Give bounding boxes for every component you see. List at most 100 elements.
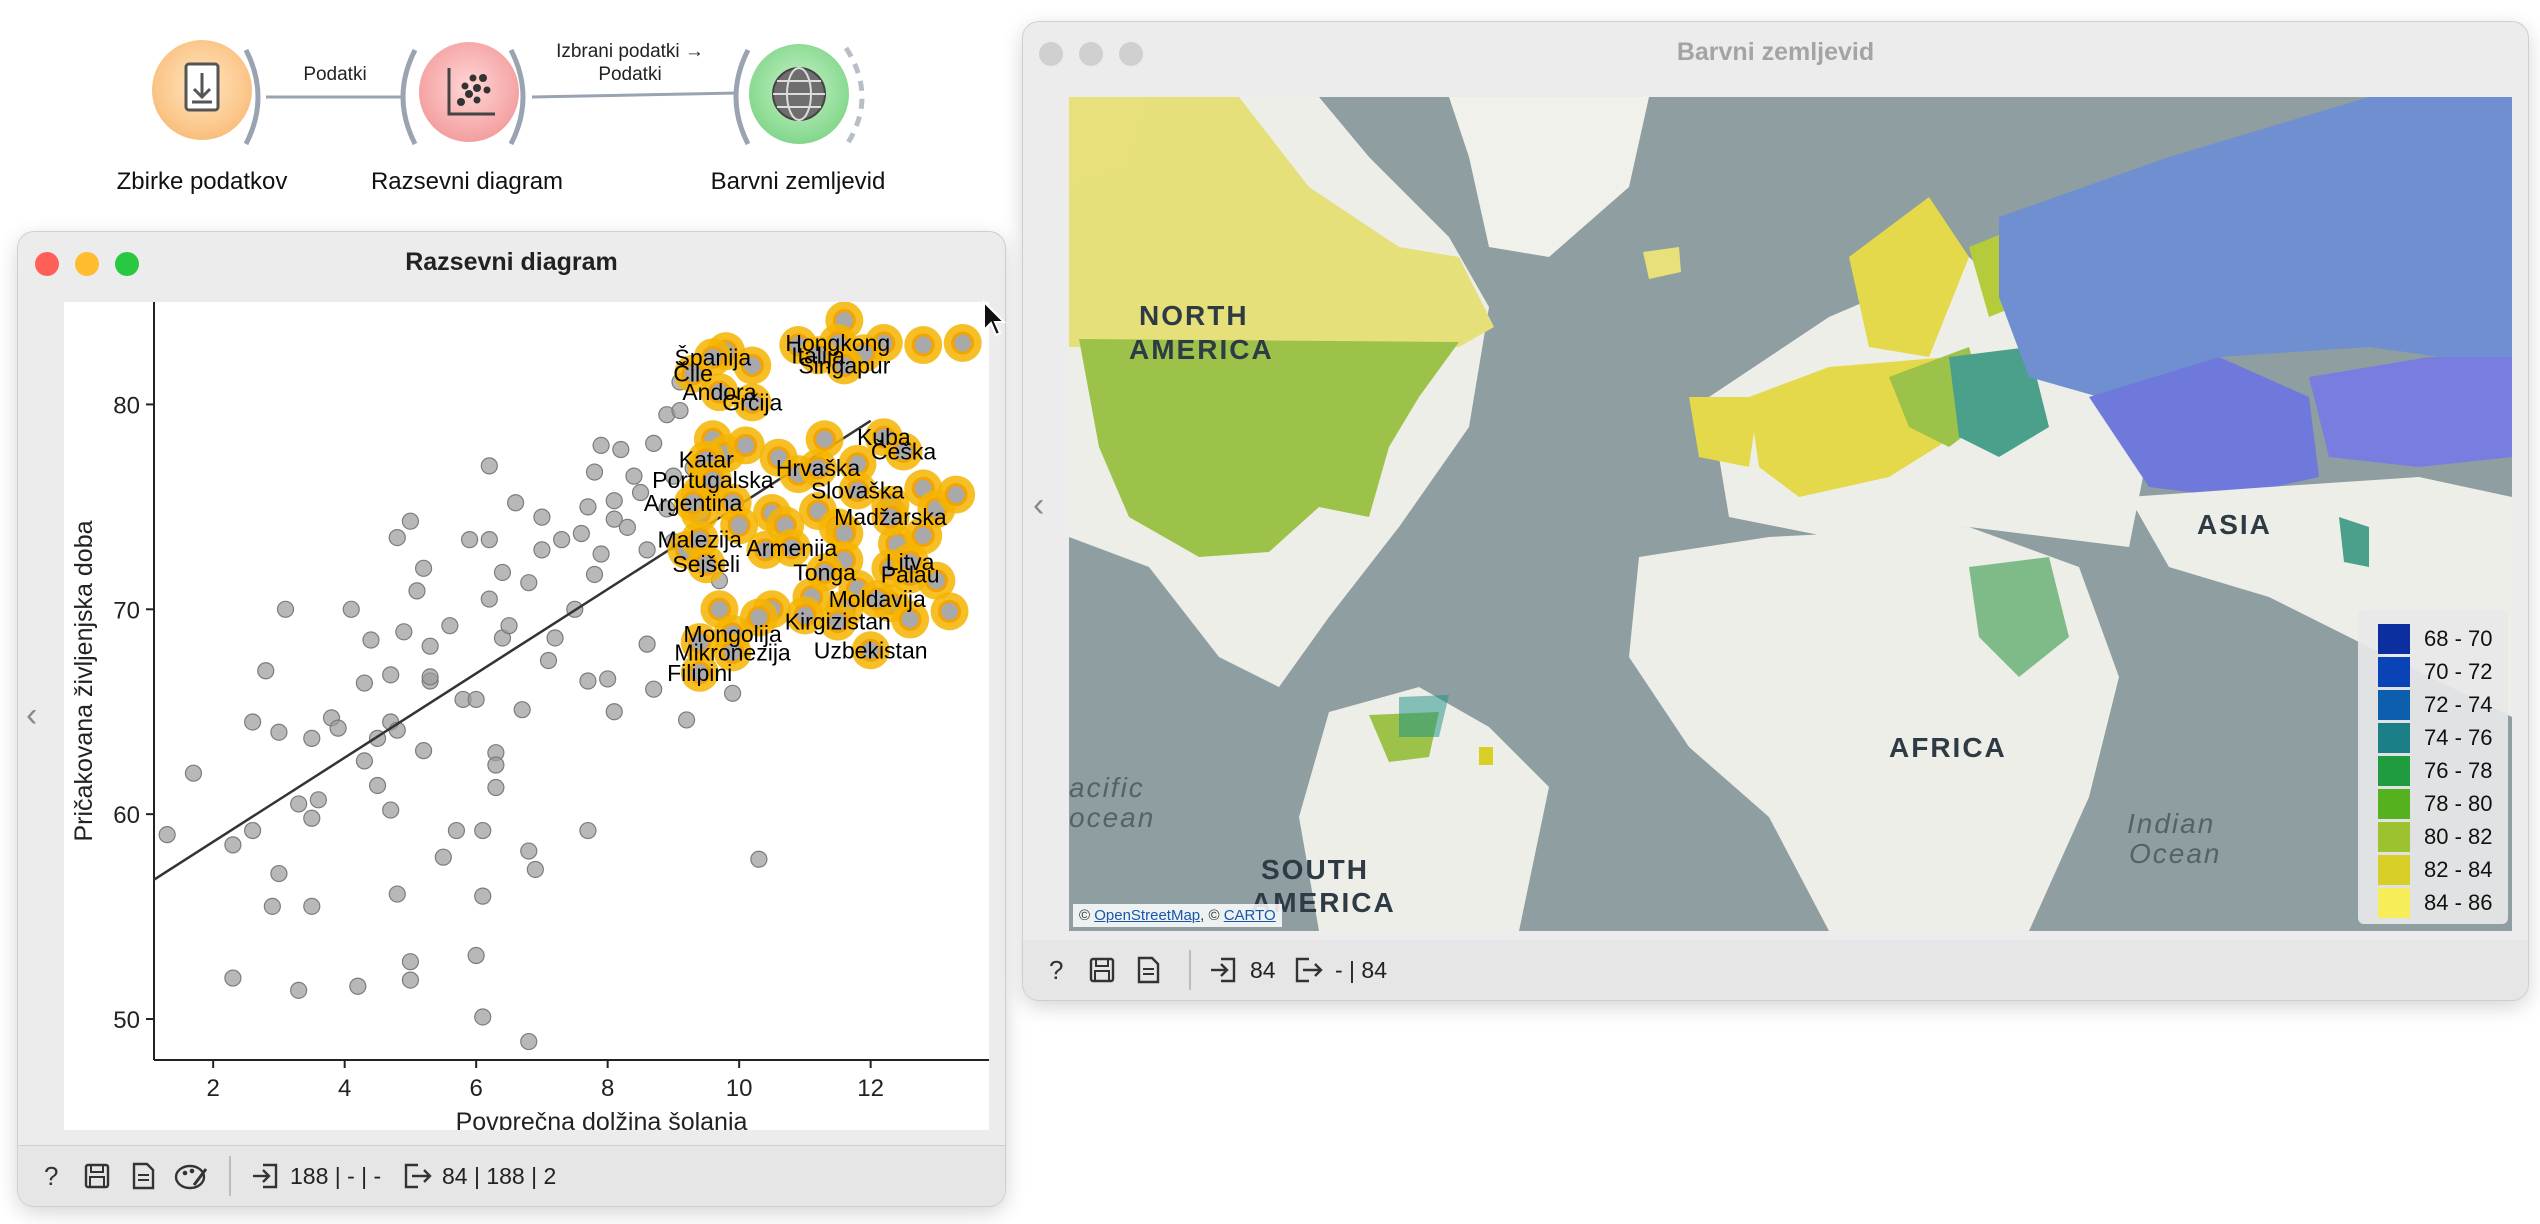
data-point xyxy=(309,791,327,809)
map-area[interactable]: NORTH AMERICA SOUTH AMERICA AFRICA ASIA … xyxy=(1069,97,2512,931)
data-point xyxy=(414,559,433,577)
output-summary-text: - | 84 xyxy=(1335,956,1387,983)
data-point xyxy=(244,713,262,731)
data-point xyxy=(460,531,479,549)
window-titlebar[interactable]: Barvni zemljevid xyxy=(1023,22,2528,82)
legend-entry: 84 - 86 xyxy=(2378,887,2493,918)
data-point xyxy=(723,684,742,702)
label-africa: AFRICA xyxy=(1889,732,2007,763)
legend-entry: 70 - 72 xyxy=(2378,656,2493,687)
data-point xyxy=(158,826,176,844)
legend-label: 72 - 74 xyxy=(2424,691,2493,717)
help-icon[interactable]: ? xyxy=(36,1159,66,1193)
guyana-region[interactable] xyxy=(1479,747,1493,765)
window-titlebar[interactable]: Razsevni diagram xyxy=(18,232,1005,292)
report-icon[interactable] xyxy=(128,1159,158,1193)
close-button[interactable] xyxy=(35,252,59,276)
map-svg[interactable]: NORTH AMERICA SOUTH AMERICA AFRICA ASIA … xyxy=(1069,97,2512,931)
legend-swatch xyxy=(2378,656,2410,687)
carto-link[interactable]: CARTO xyxy=(1224,907,1276,924)
palette-icon[interactable] xyxy=(174,1159,208,1193)
data-point xyxy=(270,864,288,883)
window-title: Barvni zemljevid xyxy=(1676,38,1875,66)
collapse-panel-icon[interactable]: ‹ xyxy=(1033,486,1044,525)
zoom-button[interactable] xyxy=(1119,42,1143,66)
edge-line-2[interactable] xyxy=(531,91,739,99)
scatter-plot-window[interactable]: Razsevni diagram ‹ 2 4 6 8 10 12 50 60 70 80 Povpr… xyxy=(18,232,1005,1206)
save-icon[interactable] xyxy=(82,1159,112,1193)
minimize-button[interactable] xyxy=(75,252,99,276)
data-point xyxy=(408,582,426,600)
output-summary[interactable]: 84 | 188 | 2 xyxy=(402,1159,556,1193)
openstreetmap-link[interactable]: OpenStreetMap xyxy=(1094,907,1200,924)
data-point xyxy=(303,897,321,915)
data-point xyxy=(585,463,604,481)
input-summary-text: 84 xyxy=(1250,956,1276,983)
iceland-region[interactable] xyxy=(1643,247,1681,279)
legend-entry: 74 - 76 xyxy=(2378,722,2493,753)
x-tick-label: 10 xyxy=(726,1075,753,1102)
output-icon xyxy=(404,1163,432,1189)
help-icon[interactable]: ? xyxy=(1041,953,1071,987)
legend-swatch xyxy=(2378,854,2410,885)
data-point xyxy=(342,600,360,618)
data-point xyxy=(421,668,439,686)
report-icon[interactable] xyxy=(1133,953,1163,987)
node-zbirke-podatkov[interactable] xyxy=(152,40,252,140)
collapse-panel-icon[interactable]: ‹ xyxy=(26,696,37,735)
input-anchor-2[interactable] xyxy=(400,48,418,146)
iberia-region[interactable] xyxy=(1689,397,1759,467)
data-point xyxy=(526,860,544,879)
node-razsevni-diagram[interactable] xyxy=(419,42,519,142)
legend-label: 78 - 80 xyxy=(2424,790,2493,816)
data-point xyxy=(572,524,590,543)
data-point xyxy=(401,971,420,989)
scatter-plot-icon xyxy=(447,68,495,116)
data-point xyxy=(414,742,433,760)
status-separator xyxy=(1189,950,1191,990)
input-summary[interactable]: 84 xyxy=(1208,953,1276,987)
legend-entry: 82 - 84 xyxy=(2378,854,2493,885)
data-point xyxy=(605,492,623,510)
data-point xyxy=(579,498,597,516)
scatter-plot-svg[interactable]: 2 4 6 8 10 12 50 60 70 80 Povprečna dolžina šolanj… xyxy=(64,301,989,1136)
data-point xyxy=(592,436,610,455)
data-point xyxy=(303,809,321,827)
minimize-button[interactable] xyxy=(1079,42,1103,66)
legend-label: 84 - 86 xyxy=(2424,889,2493,915)
data-point xyxy=(388,885,406,903)
mongolia-region[interactable] xyxy=(2309,357,2512,467)
scatter-plot-area[interactable]: 2 4 6 8 10 12 50 60 70 80 Povprečna dolžina šolanj… xyxy=(64,301,989,1136)
input-anchor-3[interactable] xyxy=(733,48,751,146)
close-button[interactable] xyxy=(1039,42,1063,66)
save-icon[interactable] xyxy=(1087,953,1117,987)
data-point xyxy=(487,756,505,774)
node-barvni-zemljevid[interactable] xyxy=(749,44,849,144)
legend-entry: 76 - 78 xyxy=(2378,755,2493,786)
y-tick-label: 60 xyxy=(113,802,140,829)
label-north-america-2: AMERICA xyxy=(1129,334,1274,365)
zoom-button[interactable] xyxy=(115,252,139,276)
data-point xyxy=(645,680,663,698)
data-point xyxy=(290,981,308,999)
label-indian-1: Indian xyxy=(2127,808,2215,839)
svg-text:?: ? xyxy=(44,1161,58,1191)
data-point xyxy=(401,512,420,530)
point-label: Argentina xyxy=(644,490,743,516)
data-point xyxy=(585,565,604,584)
legend-swatch xyxy=(2378,755,2410,786)
point-label: Češka xyxy=(871,438,936,465)
workflow-canvas[interactable]: Zbirke podatkov Razsevni diagram Barvni … xyxy=(0,0,1020,220)
legend-swatch xyxy=(2378,623,2410,654)
input-summary[interactable]: 188 | - | - xyxy=(250,1159,381,1193)
russia-region[interactable] xyxy=(1999,97,2512,397)
legend-swatch xyxy=(2378,689,2410,720)
node-label-razsevni-diagram: Razsevni diagram xyxy=(370,168,564,195)
y-axis-title: Pričakovana življenjska doba xyxy=(70,520,98,841)
output-summary[interactable]: - | 84 xyxy=(1293,953,1387,987)
data-point xyxy=(533,541,551,559)
choropleth-map-window[interactable]: Barvni zemljevid ‹ NORTH AMERICA SOUTH A… xyxy=(1023,22,2528,1000)
label-pacific-2: ocean xyxy=(1069,802,1155,833)
x-tick-label: 4 xyxy=(338,1075,351,1102)
data-point xyxy=(618,518,636,536)
